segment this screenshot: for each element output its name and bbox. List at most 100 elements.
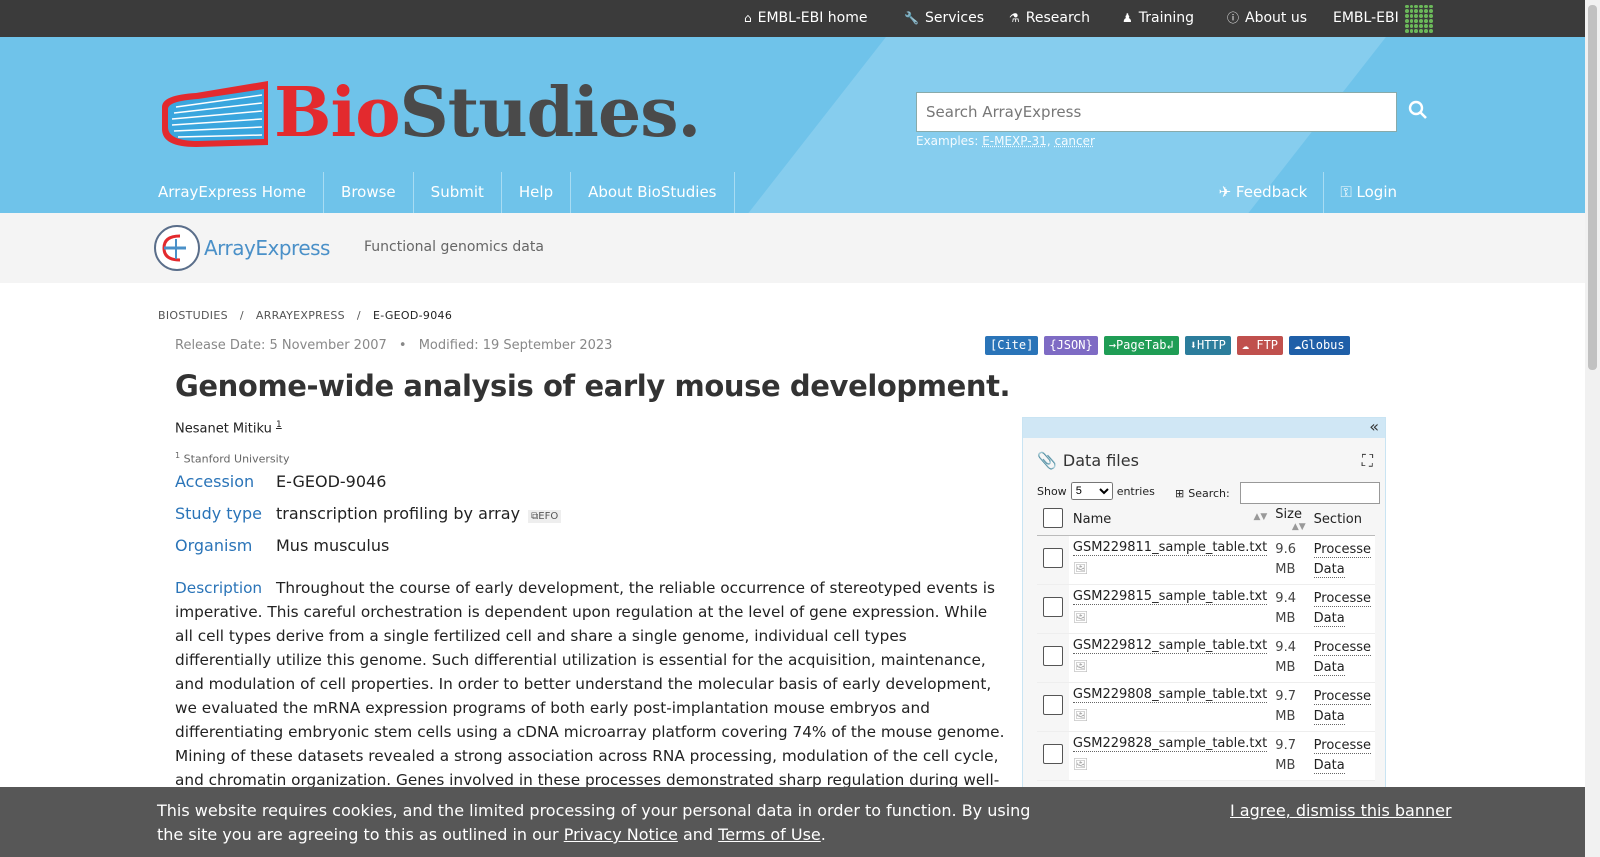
section-link[interactable]: Data bbox=[1313, 659, 1345, 676]
file-section-cell: Processe Data bbox=[1309, 633, 1375, 683]
release-date: Release Date: 5 November 2007 bbox=[175, 338, 387, 353]
size-value: 9.7 bbox=[1275, 688, 1296, 704]
globus-button[interactable]: ☁Globus bbox=[1289, 336, 1350, 355]
nav-about-biostudies[interactable]: About BioStudies bbox=[571, 172, 735, 213]
file-link[interactable]: GSM229811_sample_table.txt bbox=[1072, 539, 1268, 556]
size-column-header[interactable]: Size ▲▼ bbox=[1271, 505, 1310, 536]
size-unit: MB bbox=[1275, 757, 1296, 773]
search-input[interactable] bbox=[916, 92, 1397, 132]
table-search-input[interactable] bbox=[1239, 482, 1380, 504]
nav-submit[interactable]: Submit bbox=[414, 172, 502, 213]
biostudies-wordmark: BioStudies. bbox=[274, 79, 701, 147]
author-name[interactable]: Nesanet Mitiku bbox=[175, 421, 272, 436]
info-icon: ⓘ bbox=[1227, 11, 1240, 25]
section-link[interactable]: Data bbox=[1313, 757, 1345, 774]
file-size-cell: 9.7 MB bbox=[1271, 731, 1310, 781]
row-checkbox-cell bbox=[1037, 584, 1069, 634]
http-label: HTTP bbox=[1196, 338, 1226, 352]
ebi-research-link[interactable]: ⚗ Research bbox=[1009, 0, 1090, 37]
row-checkbox[interactable] bbox=[1042, 547, 1063, 568]
file-link[interactable]: GSM229808_sample_table.txt bbox=[1072, 686, 1268, 703]
http-button[interactable]: ⬇HTTP bbox=[1184, 336, 1231, 355]
file-section-cell: Processe Data bbox=[1309, 731, 1375, 781]
author: Nesanet Mitiku 1 bbox=[175, 420, 282, 436]
json-button[interactable]: {JSON} bbox=[1044, 336, 1098, 355]
example-link-cancer[interactable]: cancer bbox=[1054, 134, 1094, 148]
search-icon[interactable] bbox=[1408, 100, 1432, 124]
ftp-button[interactable]: ☁ FTP bbox=[1236, 336, 1284, 355]
table-row: GSM229828_sample_table.txt 🖼 9.7 MB Proces… bbox=[1037, 731, 1375, 781]
nav-browse[interactable]: Browse bbox=[324, 172, 414, 213]
cite-button[interactable]: [Cite] bbox=[985, 336, 1039, 355]
nav-arrayexpress-home[interactable]: ArrayExpress Home bbox=[156, 172, 325, 213]
nav-login[interactable]: ⚿ Login bbox=[1323, 172, 1413, 213]
section-link[interactable]: Processe bbox=[1313, 737, 1371, 754]
arrayexpress-wordmark: ArrayExpress bbox=[204, 236, 330, 260]
image-preview-icon[interactable]: 🖼 bbox=[1073, 757, 1267, 771]
ebi-home-link[interactable]: ⌂ EMBL-EBI home bbox=[744, 0, 867, 37]
training-icon: ♟ bbox=[1122, 11, 1133, 25]
terms-of-use-link[interactable]: Terms of Use bbox=[718, 825, 821, 844]
image-preview-icon[interactable]: 🖼 bbox=[1073, 561, 1267, 575]
page-scrollbar[interactable] bbox=[1585, 0, 1600, 857]
breadcrumb-biostudies[interactable]: BIOSTUDIES bbox=[158, 309, 228, 322]
research-icon: ⚗ bbox=[1009, 11, 1020, 25]
row-checkbox[interactable] bbox=[1042, 743, 1063, 764]
collapse-panel-icon[interactable]: « bbox=[1369, 418, 1379, 436]
embl-ebi-brand-link[interactable]: EMBL-EBI bbox=[1333, 0, 1433, 37]
table-row: GSM229812_sample_table.txt 🖼 9.4 MB Proces… bbox=[1037, 633, 1375, 683]
section-link[interactable]: Processe bbox=[1313, 590, 1371, 607]
author-affiliation-ref[interactable]: 1 bbox=[276, 420, 282, 430]
image-preview-icon[interactable]: 🖼 bbox=[1073, 708, 1267, 722]
scrollbar-thumb[interactable] bbox=[1588, 5, 1597, 370]
table-header-row: Name ▲▼ Size ▲▼ Section bbox=[1037, 505, 1375, 536]
accession-label: Accession bbox=[175, 472, 255, 491]
ebi-training-link[interactable]: ♟ Training bbox=[1122, 0, 1194, 37]
entries-select[interactable]: 5 bbox=[1070, 482, 1113, 500]
efo-link[interactable]: ⧉EFO bbox=[528, 510, 562, 523]
row-checkbox[interactable] bbox=[1042, 694, 1063, 715]
data-files-title: Data files bbox=[1062, 451, 1139, 470]
accession-row: Accession E-GEOD-9046 bbox=[175, 472, 386, 491]
nav-feedback[interactable]: ✈ Feedback bbox=[1203, 172, 1324, 213]
file-link[interactable]: GSM229812_sample_table.txt bbox=[1072, 637, 1268, 654]
section-column-label: Section bbox=[1313, 512, 1362, 528]
section-link[interactable]: Data bbox=[1313, 610, 1345, 627]
ebi-about-link[interactable]: ⓘ About us bbox=[1227, 0, 1307, 37]
section-link[interactable]: Data bbox=[1313, 708, 1345, 725]
fullscreen-icon[interactable]: ⛶ bbox=[1362, 451, 1373, 471]
file-link[interactable]: GSM229815_sample_table.txt bbox=[1072, 588, 1268, 605]
efo-label: EFO bbox=[538, 511, 559, 522]
file-size-cell: 9.4 MB bbox=[1271, 633, 1310, 683]
select-all-checkbox[interactable] bbox=[1042, 507, 1063, 528]
name-column-header[interactable]: Name ▲▼ bbox=[1068, 505, 1272, 536]
pagetab-button[interactable]: →PageTab↲ bbox=[1103, 336, 1179, 355]
image-preview-icon[interactable]: 🖼 bbox=[1073, 659, 1267, 673]
biostudies-logo[interactable]: BioStudies. bbox=[156, 77, 701, 149]
privacy-notice-link[interactable]: Privacy Notice bbox=[564, 825, 678, 844]
row-checkbox[interactable] bbox=[1042, 645, 1063, 666]
row-checkbox-cell bbox=[1037, 633, 1069, 683]
collection-tagline: Functional genomics data bbox=[364, 239, 544, 255]
nav-help[interactable]: Help bbox=[502, 172, 572, 213]
cookie-message: This website requires cookies, and the l… bbox=[157, 799, 1057, 847]
section-link[interactable]: Processe bbox=[1313, 541, 1371, 558]
row-checkbox[interactable] bbox=[1042, 596, 1063, 617]
ebi-services-link[interactable]: 🔧 Services bbox=[904, 0, 984, 37]
arrayexpress-logo[interactable]: ArrayExpress bbox=[154, 225, 330, 271]
file-link[interactable]: GSM229828_sample_table.txt bbox=[1072, 735, 1268, 752]
breadcrumb-arrayexpress[interactable]: ARRAYEXPRESS bbox=[256, 309, 345, 322]
section-link[interactable]: Processe bbox=[1313, 639, 1371, 656]
section-link[interactable]: Data bbox=[1313, 561, 1345, 578]
description-label: Description bbox=[175, 579, 263, 597]
image-preview-icon[interactable]: 🖼 bbox=[1073, 610, 1267, 624]
plus-square-icon[interactable]: ⊞ bbox=[1175, 487, 1184, 500]
section-column-header[interactable]: Section bbox=[1309, 505, 1375, 536]
example-link-accession[interactable]: E-MEXP-31 bbox=[982, 134, 1047, 148]
data-files-heading: 📎 Data files bbox=[1037, 451, 1139, 470]
organism-label: Organism bbox=[175, 536, 253, 555]
dismiss-banner-link[interactable]: I agree, dismiss this banner bbox=[1230, 799, 1452, 823]
ebi-research-label: Research bbox=[1025, 10, 1090, 26]
cloud-download-icon: ☁ bbox=[1241, 338, 1257, 352]
section-link[interactable]: Processe bbox=[1313, 688, 1371, 705]
